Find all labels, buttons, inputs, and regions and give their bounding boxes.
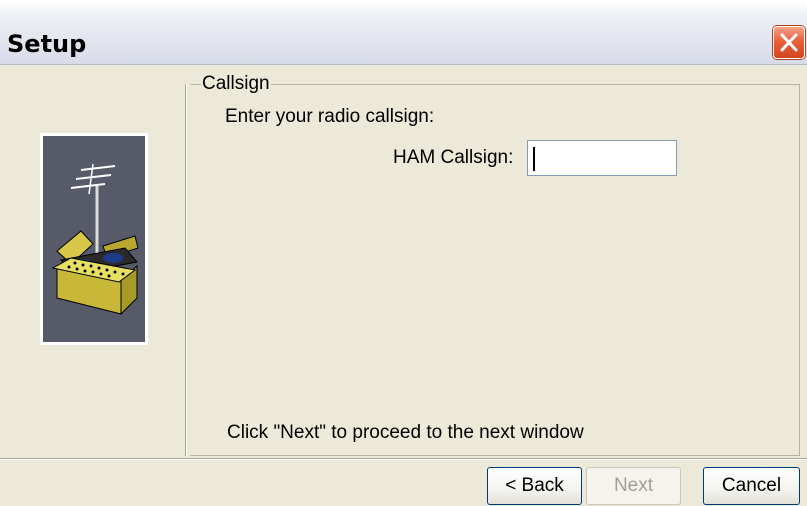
callsign-groupbox xyxy=(190,84,800,456)
window-title: Setup xyxy=(7,30,87,58)
setup-window: Setup Callsign Enter your radio callsign… xyxy=(0,0,807,506)
cancel-button[interactable]: Cancel xyxy=(703,467,800,505)
ham-callsign-label: HAM Callsign: xyxy=(393,147,514,168)
antenna-box-illustration xyxy=(51,163,139,316)
groupbox-label: Callsign xyxy=(201,73,271,95)
footer-divider xyxy=(0,458,807,460)
close-button[interactable] xyxy=(773,26,805,59)
title-bar: Setup xyxy=(0,0,807,65)
vertical-divider xyxy=(185,84,187,456)
back-button[interactable]: < Back xyxy=(487,467,582,505)
close-icon xyxy=(780,33,798,52)
next-hint-text: Click "Next" to proceed to the next wind… xyxy=(227,422,584,443)
back-button-label: < Back xyxy=(505,475,564,496)
wizard-side-image xyxy=(40,133,148,345)
next-button-label: Next xyxy=(613,475,654,496)
callsign-prompt: Enter your radio callsign: xyxy=(225,106,435,127)
next-button[interactable]: Next xyxy=(586,467,681,505)
text-caret xyxy=(533,147,535,171)
ham-callsign-input[interactable] xyxy=(527,140,677,176)
cancel-button-label: Cancel xyxy=(721,475,782,496)
